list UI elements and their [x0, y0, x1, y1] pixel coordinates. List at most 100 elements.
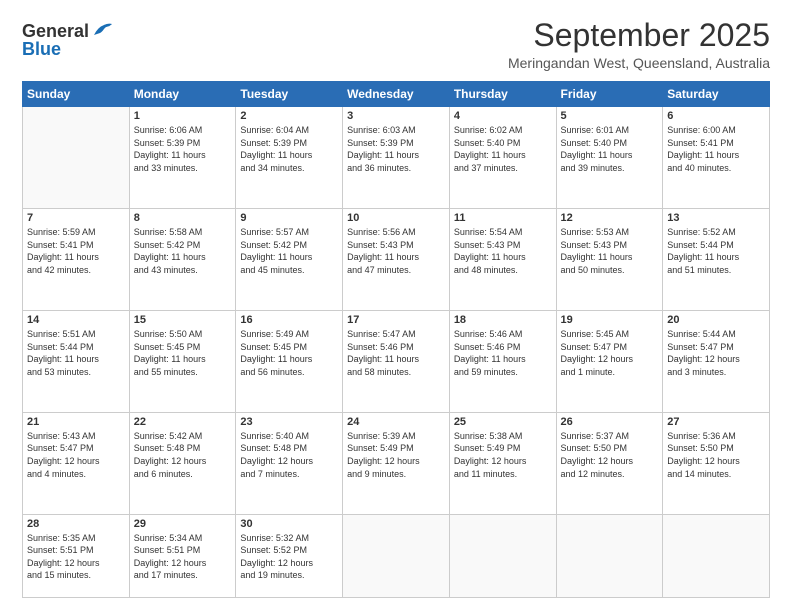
table-row: 26Sunrise: 5:37 AM Sunset: 5:50 PM Dayli… [556, 412, 663, 514]
table-row: 11Sunrise: 5:54 AM Sunset: 5:43 PM Dayli… [449, 209, 556, 311]
day-number: 7 [27, 212, 125, 224]
day-info: Sunrise: 5:49 AM Sunset: 5:45 PM Dayligh… [240, 328, 338, 378]
table-row: 24 Sunrise: 5:39 AM Sunset: 5:49 PM Dayli… [343, 412, 450, 514]
table-row: 10 Sunrise: 5:56 AM Sunset: 5:43 PM Dayli… [343, 209, 450, 311]
day-number: 19 [561, 314, 659, 326]
day-number: 12 [561, 212, 659, 224]
logo-blue: Blue [22, 40, 61, 60]
col-monday: Monday [129, 82, 236, 107]
day-info: Sunrise: 5:38 AM Sunset: 5:49 PM Dayligh… [454, 430, 552, 480]
calendar: Sunday Monday Tuesday Wednesday Thursday… [22, 81, 770, 598]
day-info: Sunrise: 5:59 AM Sunset: 5:41 PM Dayligh… [27, 226, 125, 276]
table-row: 13 Sunrise: 5:52 AM Sunset: 5:44 PM Dayli… [663, 209, 770, 311]
table-row [449, 514, 556, 597]
table-row [663, 514, 770, 597]
table-row: 14 Sunrise: 5:51 AM Sunset: 5:44 PM Dayli… [23, 310, 130, 412]
day-info: Sunrise: 6:00 AM Sunset: 5:41 PM Dayligh… [667, 124, 765, 174]
day-number: 6 [667, 110, 765, 122]
table-row: 5 Sunrise: 6:01 AM Sunset: 5:40 PM Daylig… [556, 107, 663, 209]
day-info: Sunrise: 5:44 AM Sunset: 5:47 PM Dayligh… [667, 328, 765, 378]
table-row: 27 Sunrise: 5:36 AM Sunset: 5:50 PM Dayli… [663, 412, 770, 514]
day-number: 3 [347, 110, 445, 122]
day-number: 1 [134, 110, 232, 122]
day-number: 23 [240, 416, 338, 428]
calendar-header-row: Sunday Monday Tuesday Wednesday Thursday… [23, 82, 770, 107]
day-number: 2 [240, 110, 338, 122]
day-info: Sunrise: 6:01 AM Sunset: 5:40 PM Dayligh… [561, 124, 659, 174]
day-number: 10 [347, 212, 445, 224]
day-number: 13 [667, 212, 765, 224]
day-info: Sunrise: 5:47 AM Sunset: 5:46 PM Dayligh… [347, 328, 445, 378]
day-number: 27 [667, 416, 765, 428]
day-info: Sunrise: 5:35 AM Sunset: 5:51 PM Dayligh… [27, 532, 125, 582]
table-row: 3 Sunrise: 6:03 AM Sunset: 5:39 PM Daylig… [343, 107, 450, 209]
subtitle: Meringandan West, Queensland, Australia [508, 55, 770, 71]
day-info: Sunrise: 5:53 AM Sunset: 5:43 PM Dayligh… [561, 226, 659, 276]
table-row: 21 Sunrise: 5:43 AM Sunset: 5:47 PM Dayli… [23, 412, 130, 514]
day-number: 5 [561, 110, 659, 122]
day-info: Sunrise: 5:40 AM Sunset: 5:48 PM Dayligh… [240, 430, 338, 480]
table-row: 1 Sunrise: 6:06 AM Sunset: 5:39 PM Daylig… [129, 107, 236, 209]
table-row: 12 Sunrise: 5:53 AM Sunset: 5:43 PM Dayli… [556, 209, 663, 311]
day-info: Sunrise: 5:34 AM Sunset: 5:51 PM Dayligh… [134, 532, 232, 582]
day-number: 4 [454, 110, 552, 122]
title-block: September 2025 Meringandan West, Queensl… [508, 18, 770, 71]
day-number: 18 [454, 314, 552, 326]
day-info: Sunrise: 5:52 AM Sunset: 5:44 PM Dayligh… [667, 226, 765, 276]
table-row: 6 Sunrise: 6:00 AM Sunset: 5:41 PM Daylig… [663, 107, 770, 209]
col-tuesday: Tuesday [236, 82, 343, 107]
table-row: 8 Sunrise: 5:58 AM Sunset: 5:42 PM Daylig… [129, 209, 236, 311]
day-info: Sunrise: 5:51 AM Sunset: 5:44 PM Dayligh… [27, 328, 125, 378]
table-row [343, 514, 450, 597]
table-row: 15 Sunrise: 5:50 AM Sunset: 5:45 PM Dayli… [129, 310, 236, 412]
table-row: 22Sunrise: 5:42 AM Sunset: 5:48 PM Dayli… [129, 412, 236, 514]
col-sunday: Sunday [23, 82, 130, 107]
col-friday: Friday [556, 82, 663, 107]
logo-bird-icon [90, 21, 112, 39]
month-title: September 2025 [508, 18, 770, 53]
col-saturday: Saturday [663, 82, 770, 107]
day-number: 9 [240, 212, 338, 224]
table-row: 17 Sunrise: 5:47 AM Sunset: 5:46 PM Dayli… [343, 310, 450, 412]
header: General Blue September 2025 Meringandan … [22, 18, 770, 71]
day-info: Sunrise: 5:58 AM Sunset: 5:42 PM Dayligh… [134, 226, 232, 276]
day-info: Sunrise: 6:02 AM Sunset: 5:40 PM Dayligh… [454, 124, 552, 174]
day-number: 17 [347, 314, 445, 326]
day-number: 22 [134, 416, 232, 428]
table-row: 23 Sunrise: 5:40 AM Sunset: 5:48 PM Dayli… [236, 412, 343, 514]
day-number: 30 [240, 518, 338, 530]
table-row: 16 Sunrise: 5:49 AM Sunset: 5:45 PM Dayli… [236, 310, 343, 412]
day-number: 15 [134, 314, 232, 326]
day-info: Sunrise: 5:36 AM Sunset: 5:50 PM Dayligh… [667, 430, 765, 480]
col-wednesday: Wednesday [343, 82, 450, 107]
day-number: 21 [27, 416, 125, 428]
day-number: 24 [347, 416, 445, 428]
table-row: 4 Sunrise: 6:02 AM Sunset: 5:40 PM Daylig… [449, 107, 556, 209]
day-info: Sunrise: 5:39 AM Sunset: 5:49 PM Dayligh… [347, 430, 445, 480]
day-info: Sunrise: 5:57 AM Sunset: 5:42 PM Dayligh… [240, 226, 338, 276]
logo: General Blue [22, 22, 112, 60]
table-row [556, 514, 663, 597]
day-info: Sunrise: 5:56 AM Sunset: 5:43 PM Dayligh… [347, 226, 445, 276]
day-info: Sunrise: 5:46 AM Sunset: 5:46 PM Dayligh… [454, 328, 552, 378]
table-row: 19 Sunrise: 5:45 AM Sunset: 5:47 PM Dayli… [556, 310, 663, 412]
day-number: 25 [454, 416, 552, 428]
table-row: 30Sunrise: 5:32 AM Sunset: 5:52 PM Dayli… [236, 514, 343, 597]
day-info: Sunrise: 5:45 AM Sunset: 5:47 PM Dayligh… [561, 328, 659, 378]
day-info: Sunrise: 5:37 AM Sunset: 5:50 PM Dayligh… [561, 430, 659, 480]
day-number: 29 [134, 518, 232, 530]
day-info: Sunrise: 6:06 AM Sunset: 5:39 PM Dayligh… [134, 124, 232, 174]
day-number: 16 [240, 314, 338, 326]
col-thursday: Thursday [449, 82, 556, 107]
day-info: Sunrise: 5:43 AM Sunset: 5:47 PM Dayligh… [27, 430, 125, 480]
day-number: 20 [667, 314, 765, 326]
day-number: 8 [134, 212, 232, 224]
day-number: 11 [454, 212, 552, 224]
table-row: 9 Sunrise: 5:57 AM Sunset: 5:42 PM Daylig… [236, 209, 343, 311]
table-row: 18 Sunrise: 5:46 AM Sunset: 5:46 PM Dayli… [449, 310, 556, 412]
table-row: 2Sunrise: 6:04 AM Sunset: 5:39 PM Daylig… [236, 107, 343, 209]
day-number: 14 [27, 314, 125, 326]
table-row [23, 107, 130, 209]
day-info: Sunrise: 6:03 AM Sunset: 5:39 PM Dayligh… [347, 124, 445, 174]
day-info: Sunrise: 5:50 AM Sunset: 5:45 PM Dayligh… [134, 328, 232, 378]
